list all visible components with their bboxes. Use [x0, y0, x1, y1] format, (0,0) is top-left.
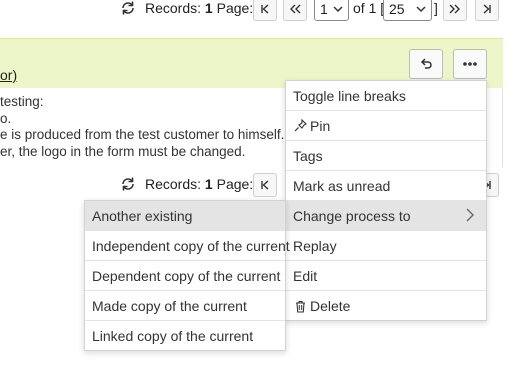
- double-left-icon: [290, 4, 301, 14]
- submenu-item-label: Another existing: [92, 207, 193, 224]
- menu-item-label: Pin: [310, 117, 331, 134]
- first-page-button[interactable]: [253, 0, 277, 21]
- prev-page-button[interactable]: [283, 0, 307, 21]
- first-page-icon: [261, 180, 269, 190]
- menu-item-mark-as-unread[interactable]: Mark as unread: [286, 171, 486, 201]
- menu-item-label: Toggle line breaks: [293, 87, 406, 104]
- sender-link[interactable]: or): [0, 67, 17, 83]
- context-menu: Toggle line breaks Pin Tags Mark as unre…: [285, 80, 487, 321]
- refresh-icon[interactable]: [120, 0, 136, 16]
- body-line: o.: [0, 110, 12, 126]
- undo-button[interactable]: [409, 49, 443, 79]
- menu-item-label: Mark as unread: [293, 177, 391, 194]
- chevron-right-icon: [466, 208, 474, 222]
- menu-item-toggle-line-breaks[interactable]: Toggle line breaks: [286, 81, 486, 111]
- menu-item-label: Change process to: [293, 207, 411, 224]
- menu-item-delete[interactable]: Delete: [286, 291, 486, 321]
- refresh-icon[interactable]: [120, 176, 136, 192]
- next-page-button[interactable]: [443, 0, 467, 21]
- pin-icon: [293, 119, 307, 132]
- submenu-item-label: Dependent copy of the current: [92, 267, 281, 284]
- menu-item-label: Tags: [293, 147, 323, 164]
- submenu-item-label: Independent copy of the current: [92, 237, 290, 254]
- page-of-label: of 1 [: [353, 0, 384, 16]
- more-dots-icon: [463, 62, 477, 66]
- body-line: testing:: [0, 94, 44, 109]
- records-label: Records: 1 Page:: [145, 0, 254, 16]
- menu-item-label: Edit: [293, 267, 318, 284]
- undo-icon: [420, 58, 432, 69]
- body-line: e is produced from the test customer to …: [0, 127, 285, 142]
- page-size-select[interactable]: 25: [383, 0, 432, 21]
- first-page-button[interactable]: [253, 173, 277, 197]
- submenu-item-label: Made copy of the current: [92, 297, 247, 314]
- chevron-down-icon: [333, 6, 343, 13]
- submenu-item-label: Linked copy of the current: [92, 328, 254, 344]
- submenu-item-made-copy[interactable]: Made copy of the current: [85, 291, 285, 321]
- submenu-item-dependent-copy[interactable]: Dependent copy of the current: [85, 261, 285, 291]
- records-label: Records: 1 Page:: [145, 176, 254, 192]
- first-page-icon: [261, 4, 269, 14]
- menu-item-label: Delete: [310, 298, 351, 314]
- menu-item-label: Replay: [293, 237, 337, 254]
- chevron-down-icon: [416, 6, 426, 13]
- menu-item-tags[interactable]: Tags: [286, 141, 486, 171]
- menu-item-pin[interactable]: Pin: [286, 111, 486, 141]
- message-body: testing: o. e is produced from the test …: [0, 94, 284, 160]
- trash-icon: [293, 300, 307, 313]
- submenu-item-linked-copy[interactable]: Linked copy of the current: [85, 321, 285, 351]
- bracket-close: ]: [434, 0, 438, 16]
- page-select[interactable]: 1: [314, 0, 349, 21]
- menu-item-replay[interactable]: Replay: [286, 231, 486, 261]
- menu-item-edit[interactable]: Edit: [286, 261, 486, 291]
- more-button[interactable]: [453, 49, 487, 79]
- change-process-submenu: Another existing Independent copy of the…: [84, 200, 290, 351]
- submenu-item-independent-copy[interactable]: Independent copy of the current: [85, 231, 290, 261]
- submenu-item-another-existing[interactable]: Another existing: [85, 201, 285, 231]
- menu-item-change-process[interactable]: Change process to: [286, 201, 486, 231]
- body-line: er, the logo in the form must be changed…: [0, 143, 246, 159]
- double-right-icon: [449, 4, 460, 14]
- last-page-button[interactable]: [475, 0, 499, 21]
- last-page-icon: [483, 4, 491, 14]
